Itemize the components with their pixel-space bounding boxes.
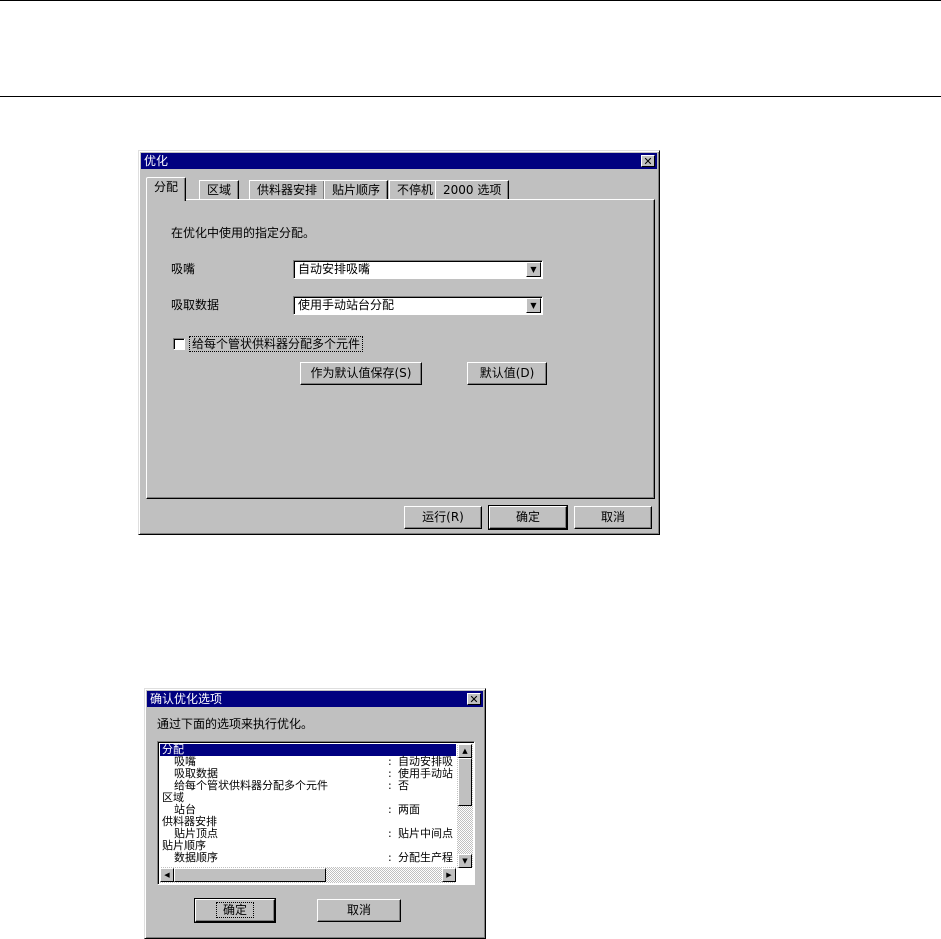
nozzle-select-value: 自动安排吸嘴	[298, 262, 371, 276]
list-item-name: 给每个管状供料器分配多个元件	[174, 779, 328, 792]
tab-placement-order[interactable]: 贴片顺序	[324, 180, 389, 200]
list-item[interactable]: 给每个管状供料器分配多个元件: 否	[160, 780, 442, 792]
list-item-value: 否	[398, 779, 409, 792]
allocation-panel: 在优化中使用的指定分配。 吸嘴 自动安排吸嘴 ▼ 吸取数据 使用手动站台分配 ▼…	[146, 199, 655, 499]
confirm-cancel-button[interactable]: 取消	[317, 899, 401, 922]
multi-component-label[interactable]: 给每个管状供料器分配多个元件	[189, 336, 364, 352]
confirm-dialog: 确认优化选项 ✕ 通过下面的选项来执行优化。 分配 吸嘴: 自动安排吸 吸取数据: 使用…	[144, 688, 486, 939]
confirm-dialog-title: 确认优化选项	[150, 692, 223, 706]
chevron-down-icon[interactable]: ▼	[526, 262, 541, 277]
scroll-down-icon[interactable]: ▼	[458, 854, 472, 868]
scroll-right-icon[interactable]: ▶	[442, 868, 456, 882]
list-item-colon: :	[388, 851, 392, 864]
close-icon[interactable]: ✕	[467, 693, 481, 705]
nozzle-select[interactable]: 自动安排吸嘴 ▼	[293, 260, 543, 279]
confirm-ok-label: 确定	[215, 902, 254, 918]
top-rule	[0, 0, 941, 1]
confirm-ok-button[interactable]: 确定	[194, 898, 276, 923]
ok-button[interactable]: 确定	[488, 505, 568, 530]
optimize-dialog-titlebar[interactable]: 优化 ✕	[141, 153, 657, 169]
save-default-button[interactable]: 作为默认值保存(S)	[300, 362, 422, 385]
chevron-down-icon[interactable]: ▼	[526, 298, 541, 313]
confirm-intro: 通过下面的选项来执行优化。	[157, 717, 314, 731]
pickup-select[interactable]: 使用手动站台分配 ▼	[293, 296, 543, 315]
tab-non-stop[interactable]: 不停机	[389, 180, 442, 200]
list-item-colon: :	[388, 779, 392, 792]
options-listbox[interactable]: 分配 吸嘴: 自动安排吸 吸取数据: 使用手动站 给每个管状供料器分配多个元件: 否区域 站台…	[157, 741, 475, 885]
list-item[interactable]: 数据顺序: 分配生产程	[160, 851, 453, 864]
scroll-left-icon[interactable]: ◀	[160, 868, 174, 882]
nozzle-label: 吸嘴	[171, 262, 196, 276]
list-item-value: 两面	[398, 803, 420, 816]
vertical-scrollbar-thumb[interactable]	[458, 758, 472, 806]
run-button[interactable]: 运行(R)	[404, 506, 482, 529]
list-item-name: 数据顺序	[174, 851, 218, 864]
list-item-value: 贴片中间点	[398, 827, 453, 840]
tab-feeder-arrangement[interactable]: 供料器安排	[249, 180, 326, 200]
confirm-dialog-titlebar[interactable]: 确认优化选项 ✕	[147, 691, 483, 707]
list-item-colon: :	[388, 803, 392, 816]
pickup-label: 吸取数据	[171, 298, 220, 312]
multi-component-checkbox[interactable]	[173, 338, 185, 350]
cancel-button[interactable]: 取消	[574, 506, 652, 529]
optimize-dialog: 优化 ✕ 分配 区域 供料器安排 贴片顺序 不停机 2000 选项 在优化中使用…	[138, 150, 660, 535]
horizontal-scrollbar-thumb[interactable]	[174, 868, 326, 882]
tab-area[interactable]: 区域	[199, 180, 240, 200]
close-icon[interactable]: ✕	[641, 155, 655, 167]
header-rule	[0, 96, 941, 97]
list-item-value: 分配生产程	[398, 851, 453, 864]
scroll-up-icon[interactable]: ▲	[458, 744, 472, 758]
pickup-select-value: 使用手动站台分配	[298, 298, 395, 312]
tab-allocation[interactable]: 分配	[146, 177, 187, 201]
default-button[interactable]: 默认值(D)	[467, 362, 547, 385]
tab-2000-options[interactable]: 2000 选项	[435, 180, 510, 200]
list-item-colon: :	[388, 827, 392, 840]
optimize-dialog-title: 优化	[144, 154, 169, 168]
panel-heading: 在优化中使用的指定分配。	[171, 226, 316, 240]
